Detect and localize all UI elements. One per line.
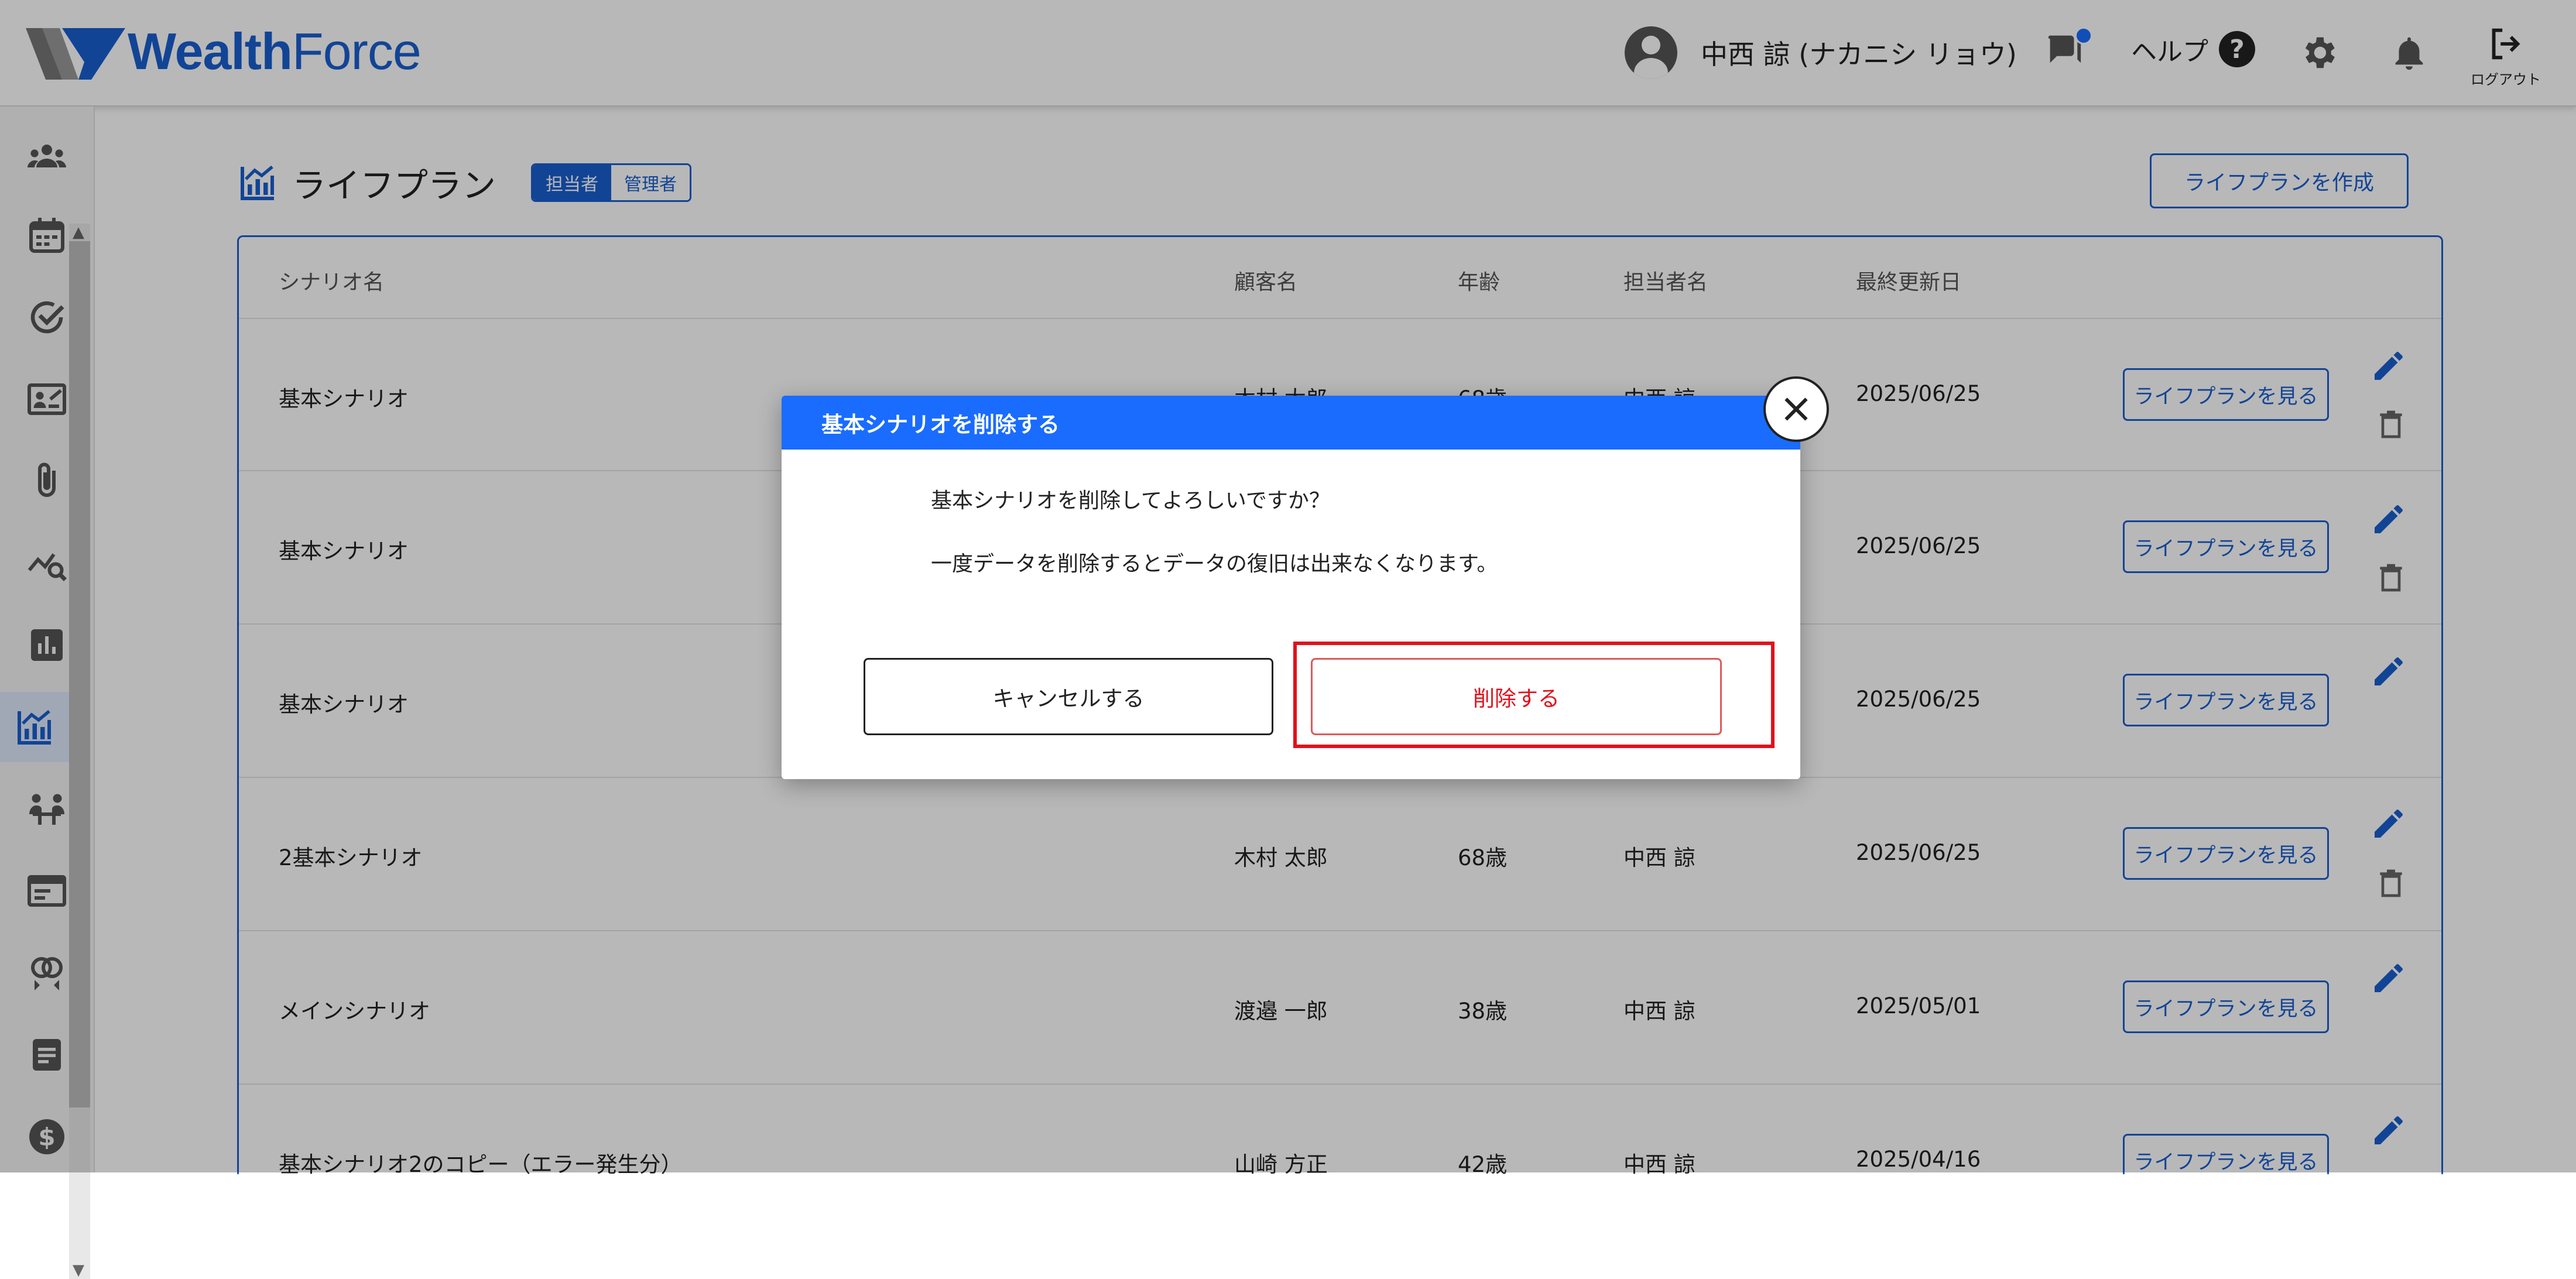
close-icon: [1784, 397, 1808, 421]
cancel-button[interactable]: キャンセルする: [864, 658, 1273, 735]
dialog-warning: 一度データを削除するとデータの復旧は出来なくなります。: [931, 552, 1498, 576]
delete-button[interactable]: 削除する: [1311, 658, 1722, 735]
dialog-body: 基本シナリオを削除してよろしいですか？ 一度データを削除するとデータの復旧は出来…: [931, 484, 1498, 610]
delete-confirm-dialog: 基本シナリオを削除する 基本シナリオを削除してよろしいですか？ 一度データを削除…: [782, 396, 1800, 779]
dialog-close-button[interactable]: [1763, 376, 1829, 442]
dialog-title: 基本シナリオを削除する: [782, 396, 1800, 450]
scroll-down-icon[interactable]: ▼: [73, 1261, 84, 1279]
dialog-message: 基本シナリオを削除してよろしいですか？: [931, 489, 1330, 513]
